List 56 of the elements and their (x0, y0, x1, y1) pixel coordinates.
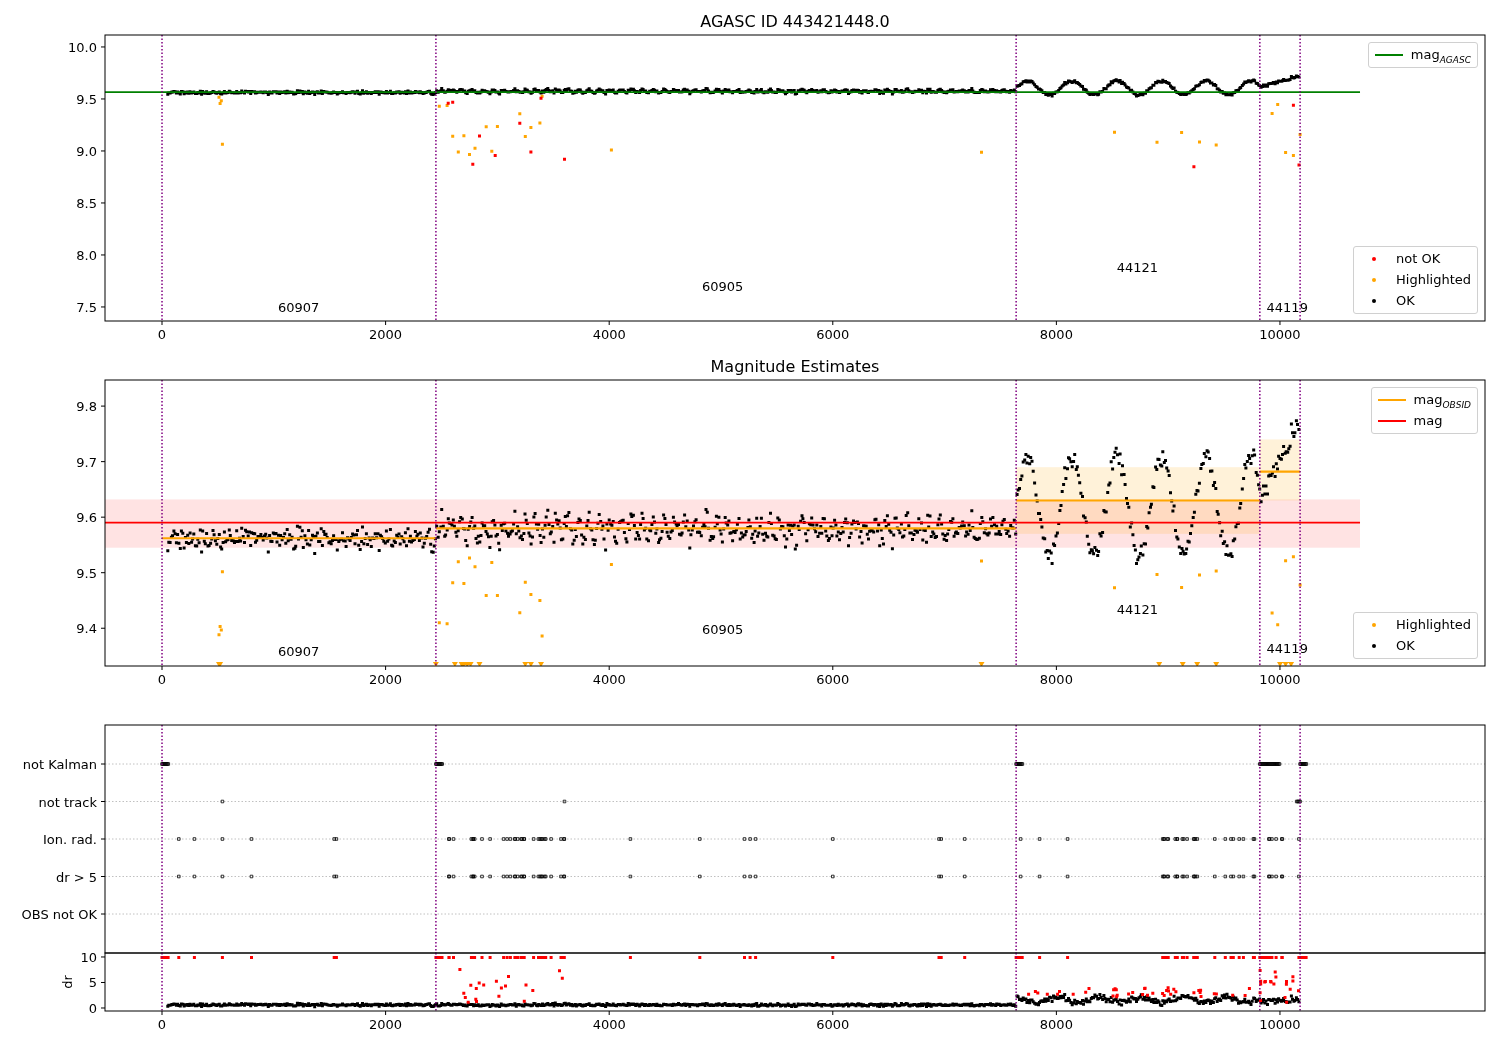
legend-label: mag$_{AGASC}$ (1410, 46, 1471, 64)
legend-label: OK (1396, 292, 1415, 310)
obsid-label: 60905 (702, 279, 744, 295)
tick-label: 8000 (1039, 327, 1073, 342)
tick-label: 2000 (369, 1017, 403, 1032)
tick-label: 0 (157, 1017, 167, 1032)
axis-label: dr (60, 975, 75, 989)
tick-label: 10000 (1259, 327, 1301, 342)
tick-label: 9.4 (76, 621, 97, 637)
tick-label: 8000 (1039, 672, 1073, 687)
tick-label: 7.5 (76, 299, 97, 315)
tick-label: 8000 (1039, 1017, 1073, 1032)
tick-label: 9.6 (76, 510, 97, 526)
category-label: not Kalman (22, 757, 97, 772)
tick-label: 2000 (369, 327, 403, 342)
tick-label: 5 (88, 975, 97, 991)
category-label: OBS not OK (21, 907, 97, 922)
obsid-label: 44121 (1116, 602, 1159, 618)
tick-label: 6000 (816, 327, 850, 342)
legend-label: not OK (1396, 250, 1441, 268)
tick-label: 9.5 (76, 91, 97, 107)
legend-label: Highlighted (1396, 271, 1471, 289)
obsid-label: 44119 (1266, 300, 1308, 316)
tick-label: 4000 (592, 672, 626, 687)
tick-label: 0 (157, 672, 167, 687)
obsid-label: 44119 (1266, 641, 1308, 657)
tick-label: 9.5 (76, 565, 97, 581)
legend-label: Highlighted (1396, 616, 1471, 634)
tick-label: 9.7 (76, 454, 97, 470)
tick-label: 6000 (816, 672, 850, 687)
tick-label: 10000 (1259, 672, 1301, 687)
tick-label: 9.8 (76, 399, 97, 415)
tick-label: 10.0 (68, 39, 97, 55)
tick-label: 4000 (592, 1017, 626, 1032)
tick-label: 9.0 (76, 143, 97, 159)
chart-title: AGASC ID 443421448.0 (700, 12, 890, 31)
chart-title: Magnitude Estimates (710, 357, 880, 376)
tick-label: 6000 (816, 1017, 850, 1032)
legend-label: mag (1413, 412, 1443, 430)
legend-label: mag$_{OBSID}$ (1413, 391, 1471, 409)
tick-label: 4000 (592, 327, 626, 342)
tick-label: 8.0 (76, 247, 97, 263)
legend-label: OK (1396, 637, 1415, 655)
obsid-label: 60907 (277, 300, 320, 316)
category-label: dr > 5 (55, 869, 97, 885)
tick-label: 8.5 (76, 195, 97, 211)
tick-label: 10000 (1259, 1017, 1301, 1032)
tick-label: 0 (157, 327, 167, 342)
category-label: not track (38, 794, 97, 810)
obsid-label: 60907 (277, 644, 320, 659)
obsid-label: 60905 (702, 621, 744, 637)
tick-label: 0 (88, 1001, 97, 1016)
obsid-label: 44121 (1116, 259, 1159, 275)
tick-label: 10 (80, 950, 97, 965)
category-label: Ion. rad. (43, 832, 97, 847)
tick-label: 2000 (369, 672, 403, 687)
